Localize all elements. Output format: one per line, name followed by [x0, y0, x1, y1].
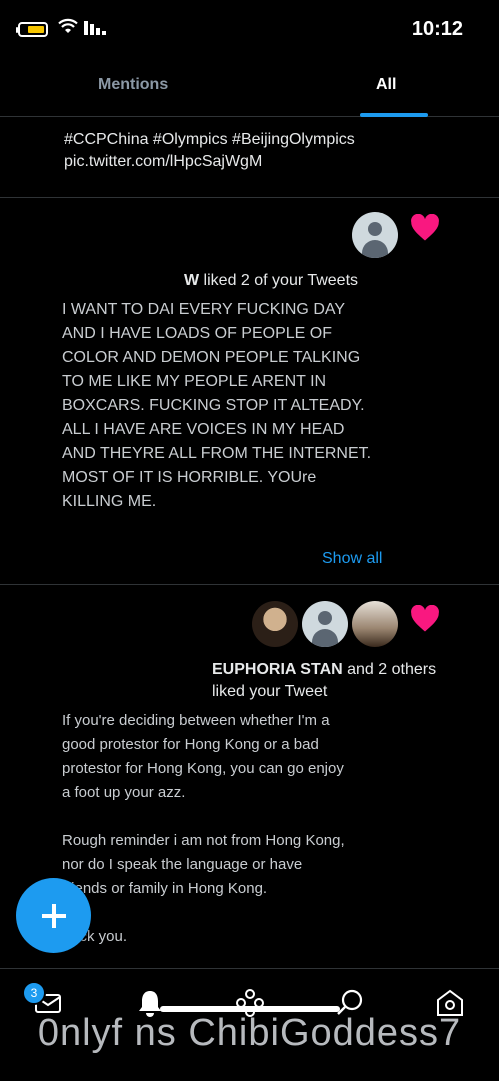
signal-icon: [84, 21, 106, 35]
compose-button[interactable]: [16, 878, 91, 953]
notification-item[interactable]: #CCPChina #Olympics #BeijingOlympics pic…: [0, 117, 499, 198]
unread-badge: 3: [22, 981, 46, 1005]
tab-all[interactable]: All: [376, 76, 396, 94]
wifi-icon: [58, 18, 78, 33]
status-bar: 10:12: [0, 0, 499, 60]
avatar[interactable]: [252, 601, 298, 647]
notification-action: liked 2 of your Tweets: [199, 272, 359, 289]
battery-icon: [16, 22, 48, 37]
notification-header: EUPHORIA STAN and 2 others liked your Tw…: [212, 659, 462, 703]
notification-item[interactable]: W liked 2 of your Tweets I WANT TO DAI E…: [0, 198, 499, 585]
actor-name[interactable]: W: [184, 272, 199, 289]
avatar[interactable]: [352, 212, 398, 258]
tab-mentions[interactable]: Mentions: [98, 76, 168, 94]
avatar[interactable]: [302, 601, 348, 647]
avatar[interactable]: [352, 601, 398, 647]
show-all-link[interactable]: Show all: [322, 550, 382, 568]
heart-icon: [411, 214, 439, 241]
notification-tabs: Mentions All: [0, 64, 499, 117]
tweet-text: If you're deciding between whether I'm a…: [62, 712, 345, 945]
actor-name[interactable]: EUPHORIA STAN: [212, 661, 343, 678]
tweet-text: I WANT TO DAI EVERY FUCKING DAY AND I HA…: [62, 301, 372, 510]
watermark-text: 0nlyf ns ChibiGoddess7: [37, 1012, 462, 1054]
heart-icon: [411, 605, 439, 632]
plus-icon: [41, 903, 66, 928]
notification-header: W liked 2 of your Tweets: [184, 270, 358, 292]
clock: 10:12: [411, 18, 463, 40]
tweet-text: #CCPChina #Olympics #BeijingOlympics pic…: [64, 131, 355, 170]
